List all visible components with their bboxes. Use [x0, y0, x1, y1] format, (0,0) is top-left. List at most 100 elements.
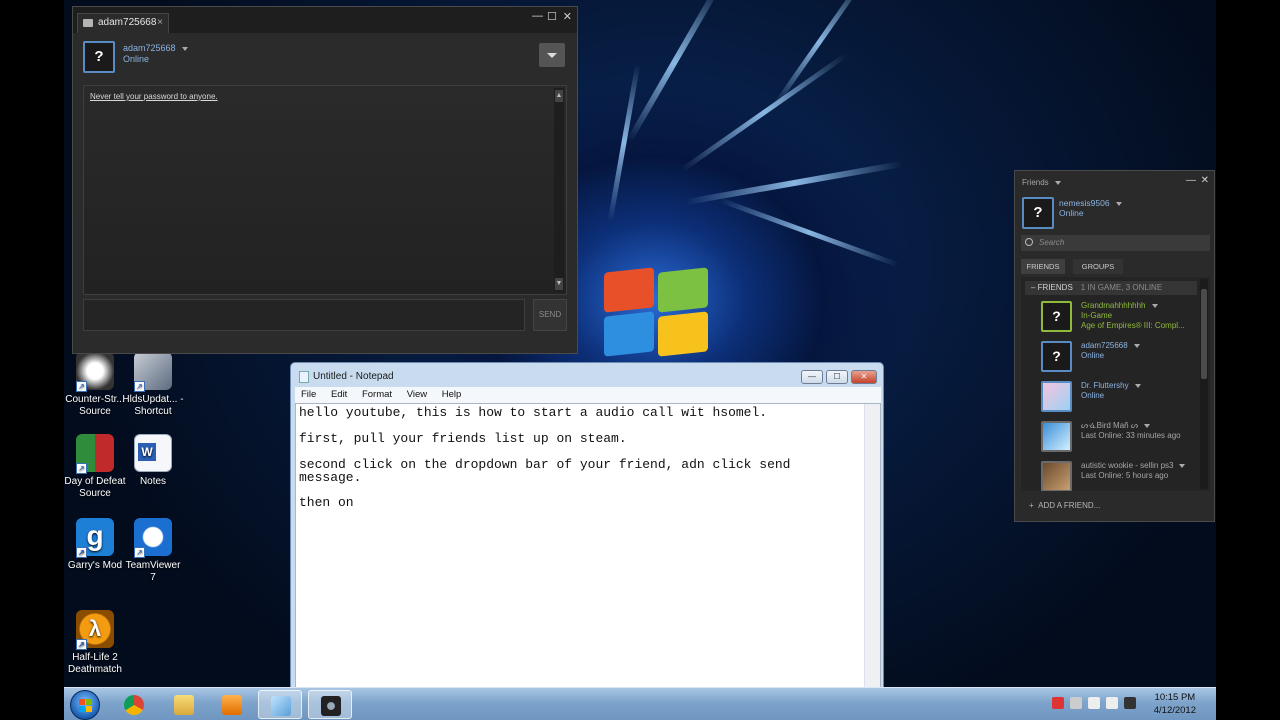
taskbar-media-player[interactable] — [210, 690, 254, 719]
scrollbar-thumb[interactable] — [1201, 289, 1207, 379]
avatar[interactable]: ? — [83, 41, 115, 73]
screen: ↗ Counter-Str... Source ↗ HldsUpdat... -… — [0, 0, 1280, 720]
menu-help[interactable]: Help — [436, 387, 468, 400]
friend-name: adam725668 — [1081, 341, 1140, 350]
minimize-button[interactable]: — — [801, 370, 823, 384]
minimize-icon[interactable]: — — [532, 10, 543, 22]
menu-view[interactable]: View — [401, 387, 433, 400]
start-button[interactable] — [70, 690, 100, 720]
close-tab-icon[interactable]: × — [157, 14, 163, 32]
scroll-down-icon[interactable]: ▼ — [555, 278, 563, 290]
word-document-icon: W — [134, 434, 172, 472]
add-friend-button[interactable]: + ADD A FRIEND... — [1029, 501, 1100, 510]
chat-tab-label: adam725668 — [98, 17, 157, 28]
friends-list: – FRIENDS 1 IN GAME, 3 ONLINE ? Grandmahh… — [1021, 277, 1210, 491]
list-item[interactable]: autistic wookie - sellin ps3 Last Online… — [1041, 459, 1210, 491]
send-button[interactable]: SEND — [533, 299, 567, 331]
friends-scrollbar[interactable] — [1200, 279, 1208, 489]
chat-options-dropdown-button[interactable] — [539, 43, 565, 67]
chat-titlebar[interactable]: adam725668 × — ☐ ✕ — [73, 7, 577, 33]
close-icon[interactable]: ✕ — [1201, 175, 1209, 186]
chevron-down-icon[interactable] — [1134, 383, 1141, 388]
window-title: Untitled - Notepad — [313, 371, 394, 382]
taskbar-chrome[interactable] — [112, 690, 156, 719]
desktop-icon-garrys-mod[interactable]: g ↗ Garry's Mod — [64, 518, 126, 572]
notepad-window[interactable]: Untitled - Notepad — ☐ ✕ File Edit Forma… — [290, 362, 884, 693]
my-persona-name[interactable]: nemesis9506 — [1059, 198, 1122, 208]
friend-status: Online — [1081, 351, 1105, 360]
clock-time: 10:15 PM — [1154, 692, 1196, 703]
teamviewer-icon: ↗ — [134, 518, 172, 558]
desktop-icon-half-life-2-deathmatch[interactable]: λ ↗ Half-Life 2 Deathmatch — [64, 610, 126, 676]
friend-name: ᔕᓍBird Mañ ᔕ — [1081, 421, 1150, 430]
taskbar-clock[interactable]: 10:15 PM 4/12/2012 — [1154, 691, 1196, 717]
signal-tray-icon[interactable] — [1088, 697, 1100, 709]
chevron-down-icon[interactable] — [1143, 423, 1150, 428]
friends-group-header[interactable]: – FRIENDS 1 IN GAME, 3 ONLINE — [1025, 281, 1197, 295]
friend-status: Online — [1081, 391, 1105, 400]
chat-scrollbar[interactable]: ▲ ▼ — [554, 88, 564, 292]
contact-name[interactable]: adam725668 — [123, 43, 188, 53]
desktop-icon-label: Notes — [139, 476, 167, 487]
tab-friends[interactable]: FRIENDS — [1021, 259, 1065, 274]
text-line: hello youtube, this is how to start a au… — [299, 405, 768, 420]
list-item[interactable]: ? adam725668 Online — [1041, 339, 1210, 375]
close-icon[interactable]: ✕ — [563, 10, 572, 23]
search-placeholder: Search — [1039, 238, 1065, 247]
flag-tray-icon[interactable] — [1052, 697, 1064, 709]
taskbar-notepad[interactable] — [258, 690, 302, 719]
friends-menu[interactable]: Friends — [1022, 178, 1061, 187]
taskbar-steam[interactable] — [308, 690, 352, 719]
volume-tray-icon[interactable] — [1106, 697, 1118, 709]
chevron-down-icon[interactable] — [1151, 303, 1158, 308]
maximize-button[interactable]: ☐ — [826, 370, 848, 384]
media-player-icon — [222, 695, 242, 715]
menu-format[interactable]: Format — [356, 387, 398, 400]
group-label: FRIENDS — [1037, 283, 1073, 292]
chat-contact-header: ? adam725668 Online — [83, 41, 569, 77]
taskbar: 10:15 PM 4/12/2012 — [64, 687, 1216, 720]
chat-history: Never tell your password to anyone. ▲ ▼ — [83, 85, 567, 295]
tab-groups[interactable]: GROUPS — [1073, 259, 1123, 274]
list-item[interactable]: ? Grandmahhhhhhh In-Game Age of Empires®… — [1041, 299, 1210, 335]
steam-tray-icon[interactable] — [1124, 697, 1136, 709]
chrome-icon — [124, 695, 144, 715]
network-tray-icon[interactable] — [1070, 697, 1082, 709]
notepad-icon — [271, 696, 291, 716]
friend-name: Grandmahhhhhhh — [1081, 301, 1158, 310]
chevron-down-icon[interactable] — [1179, 463, 1186, 468]
list-item[interactable]: Dr. Fluttershy Online — [1041, 379, 1210, 415]
desktop-icon-counter-strike[interactable]: ↗ Counter-Str... Source — [64, 352, 126, 418]
text-editor[interactable]: hello youtube, this is how to start a au… — [295, 403, 881, 693]
close-button[interactable]: ✕ — [851, 370, 877, 384]
steam-chat-window[interactable]: adam725668 × — ☐ ✕ ? adam725668 Online N… — [72, 6, 578, 354]
wallpaper-streak — [607, 63, 641, 222]
day-of-defeat-icon: ↗ — [76, 434, 114, 474]
menu-file[interactable]: File — [295, 387, 322, 400]
desktop-icon-label: HldsUpdat... - Shortcut — [122, 394, 184, 417]
collapse-icon: – — [1031, 283, 1038, 292]
desktop-icon-day-of-defeat[interactable]: ↗ Day of Defeat Source — [64, 434, 126, 500]
maximize-icon[interactable]: ☐ — [547, 10, 557, 23]
friend-game: Age of Empires® III: Compl... — [1081, 321, 1185, 330]
minimize-icon[interactable]: — — [1186, 175, 1196, 186]
scroll-up-icon[interactable]: ▲ — [555, 90, 563, 102]
chat-tab[interactable]: adam725668 × — [77, 13, 169, 33]
friend-status: Last Online: 5 hours ago — [1081, 471, 1169, 480]
desktop-icon-teamviewer[interactable]: ↗ TeamViewer 7 — [122, 518, 184, 584]
steam-friends-window[interactable]: Friends — ✕ ? nemesis9506 Online Search … — [1014, 170, 1215, 522]
vertical-scrollbar[interactable] — [864, 404, 880, 692]
chat-message-input[interactable] — [83, 299, 525, 331]
friends-search-input[interactable]: Search — [1021, 235, 1210, 251]
taskbar-explorer[interactable] — [162, 690, 206, 719]
desktop-icon-hldsupdate[interactable]: ↗ HldsUpdat... - Shortcut — [122, 352, 184, 418]
group-counts: 1 IN GAME, 3 ONLINE — [1080, 283, 1163, 292]
text-line: first, pull your friends list up on stea… — [299, 431, 627, 446]
list-item[interactable]: ᔕᓍBird Mañ ᔕ Last Online: 33 minutes ago — [1041, 419, 1210, 455]
counter-strike-icon: ↗ — [76, 352, 114, 392]
avatar[interactable]: ? — [1022, 197, 1054, 229]
text-line: second click on the dropdown bar of your… — [299, 457, 791, 472]
menu-edit[interactable]: Edit — [325, 387, 353, 400]
chevron-down-icon[interactable] — [1133, 343, 1140, 348]
desktop-icon-notes[interactable]: W Notes — [122, 434, 184, 488]
